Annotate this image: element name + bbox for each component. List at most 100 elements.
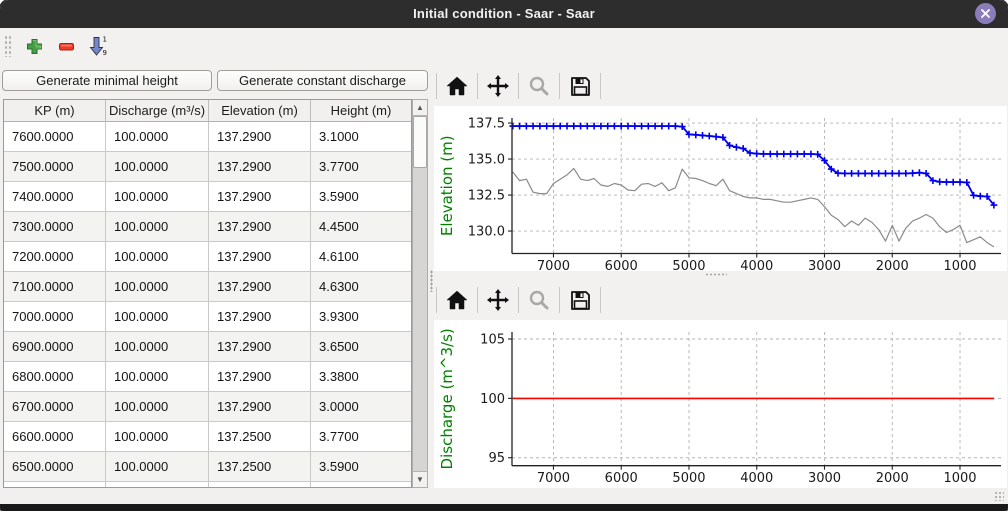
scroll-down-button[interactable]: ▼ xyxy=(413,471,427,487)
x-tick-label: 7000 xyxy=(537,471,570,486)
pan-button[interactable] xyxy=(480,284,516,316)
add-row-button[interactable] xyxy=(19,32,49,60)
column-header[interactable]: Height (m) xyxy=(311,100,411,121)
x-tick-label: 7000 xyxy=(537,259,570,271)
scroll-up-button[interactable]: ▲ xyxy=(413,100,427,116)
table-cell[interactable]: 6500.0000 xyxy=(4,452,106,481)
table-cell[interactable]: 100.0000 xyxy=(106,152,209,181)
discharge-plot-canvas: 700060005000400030002000100010510095Disc… xyxy=(434,320,1007,488)
table-cell[interactable]: 6900.0000 xyxy=(4,332,106,361)
pan-icon xyxy=(487,75,509,97)
table-cell[interactable]: 100.0000 xyxy=(106,332,209,361)
table-cell[interactable]: 137.2500 xyxy=(209,422,311,451)
save-icon xyxy=(570,290,591,311)
table-cell[interactable]: 3.5900 xyxy=(311,452,411,481)
table-cell[interactable]: 4.6100 xyxy=(311,242,411,271)
splitter-grip-icon xyxy=(430,270,433,292)
table-row: 7400.0000100.0000137.29003.5900 xyxy=(4,182,411,212)
table-cell[interactable]: 100.0000 xyxy=(106,452,209,481)
table-cell[interactable]: 3.7700 xyxy=(311,152,411,181)
table-cell[interactable]: 100.0000 xyxy=(106,392,209,421)
water-elevation-markers xyxy=(509,123,997,209)
toolbar-drag-handle[interactable] xyxy=(4,35,11,57)
table-cell[interactable]: 137.2900 xyxy=(209,302,311,331)
table-cell[interactable]: 7100.0000 xyxy=(4,272,106,301)
table-cell[interactable]: 4.6300 xyxy=(311,272,411,301)
column-header[interactable]: Elevation (m) xyxy=(209,100,311,121)
table-cell[interactable]: 137.2500 xyxy=(209,452,311,481)
table-cell[interactable]: 6700.0000 xyxy=(4,392,106,421)
table-cell[interactable]: 7000.0000 xyxy=(4,302,106,331)
table-cell[interactable]: 137.2900 xyxy=(209,212,311,241)
elevation-chart: 7000600050004000300020001000137.5135.013… xyxy=(434,106,1007,271)
table-cell[interactable]: 137.2900 xyxy=(209,392,311,421)
table-cell[interactable]: 3.6500 xyxy=(311,332,411,361)
table-cell[interactable]: 137.2900 xyxy=(209,272,311,301)
table-cell[interactable]: 7200.0000 xyxy=(4,242,106,271)
water-elevation-line xyxy=(513,126,994,205)
table-cell[interactable]: 100.0000 xyxy=(106,182,209,211)
table-cell[interactable]: 3.9300 xyxy=(311,302,411,331)
table-cell[interactable]: 4.4500 xyxy=(311,212,411,241)
table-cell[interactable]: 3.5900 xyxy=(311,182,411,211)
generate-constant-discharge-button[interactable]: Generate constant discharge xyxy=(217,70,428,91)
table-cell[interactable]: 100.0000 xyxy=(106,362,209,391)
horizontal-splitter[interactable] xyxy=(434,271,1007,280)
table-row: 6600.0000100.0000137.25003.7700 xyxy=(4,422,411,452)
zoom-button[interactable] xyxy=(521,70,557,102)
table-scrollbar[interactable]: ▲ ▼ xyxy=(412,99,428,488)
table-cell[interactable]: 100.0000 xyxy=(106,302,209,331)
table-cell[interactable]: 7500.0000 xyxy=(4,152,106,181)
table-cell[interactable]: 3.0000 xyxy=(311,392,411,421)
table-cell[interactable]: 137.2900 xyxy=(209,362,311,391)
remove-row-button[interactable] xyxy=(51,32,81,60)
save-icon xyxy=(570,76,591,97)
home-button[interactable] xyxy=(439,70,475,102)
table-cell[interactable]: 3.3800 xyxy=(311,362,411,391)
table-cell[interactable]: 137.2900 xyxy=(209,332,311,361)
table-cell[interactable]: 6800.0000 xyxy=(4,362,106,391)
table-cell[interactable]: 7400.0000 xyxy=(4,182,106,211)
splitter-grip-icon xyxy=(705,273,727,276)
table-cell[interactable]: 100.0000 xyxy=(106,272,209,301)
table-cell[interactable]: 3.7700 xyxy=(311,422,411,451)
column-header[interactable]: KP (m) xyxy=(4,100,106,121)
table-cell[interactable]: 137.2900 xyxy=(209,152,311,181)
y-tick-label: 132.5 xyxy=(468,189,505,204)
scrollbar-thumb[interactable] xyxy=(413,116,427,168)
table-cell[interactable]: 7300.0000 xyxy=(4,212,106,241)
zoom-button[interactable] xyxy=(521,284,557,316)
x-tick-label: 6000 xyxy=(605,471,638,486)
save-button[interactable] xyxy=(562,70,598,102)
generate-minimal-height-button[interactable]: Generate minimal height xyxy=(2,70,212,91)
resize-grip[interactable] xyxy=(994,491,1004,501)
minus-icon xyxy=(58,38,75,55)
table-cell[interactable]: 100.0000 xyxy=(106,122,209,151)
table-cell[interactable]: 7600.0000 xyxy=(4,122,106,151)
home-button[interactable] xyxy=(439,284,475,316)
table-cell[interactable]: 3.1000 xyxy=(311,122,411,151)
table-cell[interactable]: 137.2900 xyxy=(209,182,311,211)
titlebar[interactable]: Initial condition - Saar - Saar xyxy=(0,0,1008,28)
sort-rows-button[interactable]: 1 9 xyxy=(83,32,113,60)
x-tick-label: 2000 xyxy=(876,259,909,271)
y-tick-label: 100 xyxy=(480,392,505,407)
pan-button[interactable] xyxy=(480,70,516,102)
x-tick-label: 6000 xyxy=(605,259,638,271)
table-cell[interactable]: 100.0000 xyxy=(106,242,209,271)
statusbar xyxy=(0,488,1008,504)
table-cell[interactable]: 100.0000 xyxy=(106,422,209,451)
elevation-plot-canvas: 7000600050004000300020001000137.5135.013… xyxy=(434,106,1007,271)
x-tick-label: 1000 xyxy=(943,259,976,271)
close-button[interactable] xyxy=(975,3,996,24)
save-button[interactable] xyxy=(562,284,598,316)
discharge-chart: 700060005000400030002000100010510095Disc… xyxy=(434,320,1007,488)
table-cell[interactable]: 100.0000 xyxy=(106,212,209,241)
table-row: 6800.0000100.0000137.29003.3800 xyxy=(4,362,411,392)
sort-ascending-icon: 1 9 xyxy=(87,35,109,57)
table-cell[interactable]: 137.2900 xyxy=(209,242,311,271)
column-header[interactable]: Discharge (m³/s) xyxy=(106,100,209,121)
table-cell[interactable]: 6600.0000 xyxy=(4,422,106,451)
y-axis-label: Discharge (m^3/s) xyxy=(438,328,456,469)
table-cell[interactable]: 137.2900 xyxy=(209,122,311,151)
